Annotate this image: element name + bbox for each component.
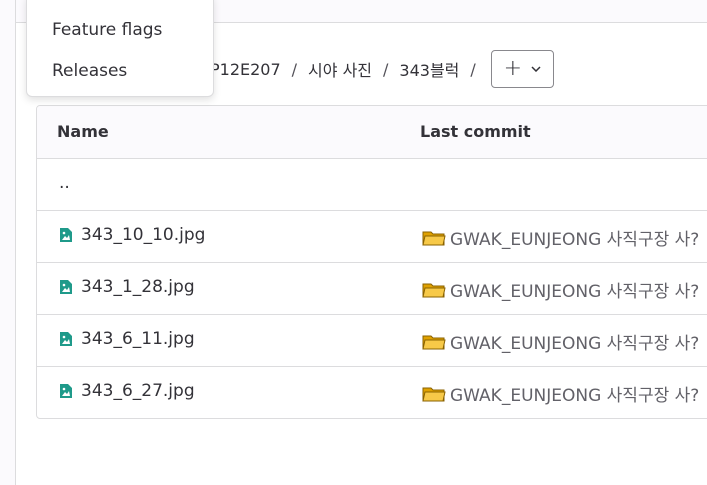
commit-message-link[interactable]: GWAK_EUNJEONG 사직구장 사?: [422, 381, 699, 406]
add-dropdown-button[interactable]: +: [490, 50, 554, 88]
file-name: 343_6_27.jpg: [81, 381, 195, 401]
breadcrumb-item-subfolder[interactable]: 343블럭: [399, 57, 459, 81]
repository-page: P12E207 / 시야 사진 / 343블럭 / + Name Last co…: [0, 0, 707, 485]
breadcrumb-separator: /: [383, 59, 389, 79]
table-header: Name Last commit: [37, 106, 707, 159]
chevron-down-icon: [531, 66, 541, 72]
commit-message-link[interactable]: GWAK_EUNJEONG 사직구장 사?: [422, 225, 699, 250]
table-row: 343_10_10.jpg GWAK_EUNJEONG 사직구장 사?: [37, 211, 707, 263]
table-row: 343_6_27.jpg GWAK_EUNJEONG 사직구장 사?: [37, 367, 707, 418]
commit-message: GWAK_EUNJEONG 사직구장 사?: [450, 230, 700, 250]
breadcrumb-item-folder[interactable]: 시야 사진: [308, 57, 372, 81]
menu-item-releases[interactable]: Releases: [52, 61, 127, 81]
image-file-icon: [60, 332, 72, 346]
folder-emoji-icon: [422, 231, 446, 245]
table-row: 343_6_11.jpg GWAK_EUNJEONG 사직구장 사?: [37, 315, 707, 367]
breadcrumb-separator: /: [291, 59, 298, 79]
column-header-last-commit: Last commit: [420, 122, 531, 141]
file-link[interactable]: 343_10_10.jpg: [59, 225, 205, 245]
commit-message: GWAK_EUNJEONG 사직구장 사?: [450, 386, 700, 406]
image-file-icon: [60, 384, 72, 398]
image-file-icon: [60, 280, 72, 294]
commit-message-link[interactable]: GWAK_EUNJEONG 사직구장 사?: [422, 329, 699, 354]
folder-emoji-icon: [422, 387, 446, 401]
folder-emoji-icon: [422, 335, 446, 349]
commit-message: GWAK_EUNJEONG 사직구장 사?: [450, 334, 700, 354]
commit-message: GWAK_EUNJEONG 사직구장 사?: [450, 282, 700, 302]
column-header-name: Name: [57, 122, 109, 141]
table-row: 343_1_28.jpg GWAK_EUNJEONG 사직구장 사?: [37, 263, 707, 315]
plus-icon: +: [503, 56, 522, 81]
breadcrumb: P12E207 / 시야 사진 / 343블럭 / +: [210, 50, 554, 88]
nav-dropdown-menu: Feature flags Releases: [26, 0, 214, 97]
parent-directory-link[interactable]: ..: [59, 173, 70, 193]
image-file-icon: [60, 228, 72, 242]
file-name: 343_1_28.jpg: [81, 277, 195, 297]
menu-item-feature-flags[interactable]: Feature flags: [52, 20, 162, 40]
breadcrumb-separator: /: [470, 59, 476, 79]
folder-emoji-icon: [422, 283, 446, 297]
file-link[interactable]: 343_6_27.jpg: [59, 381, 195, 401]
file-link[interactable]: 343_6_11.jpg: [59, 329, 195, 349]
table-row-parent[interactable]: ..: [37, 159, 707, 211]
file-name: 343_6_11.jpg: [81, 329, 195, 349]
sidebar-edge: [0, 0, 16, 485]
file-link[interactable]: 343_1_28.jpg: [59, 277, 195, 297]
file-tree-table: Name Last commit .. 343_10_10.jpg GWAK_E…: [36, 105, 707, 419]
file-name: 343_10_10.jpg: [81, 225, 206, 245]
commit-message-link[interactable]: GWAK_EUNJEONG 사직구장 사?: [422, 277, 699, 302]
breadcrumb-item-project[interactable]: P12E207: [210, 60, 281, 79]
